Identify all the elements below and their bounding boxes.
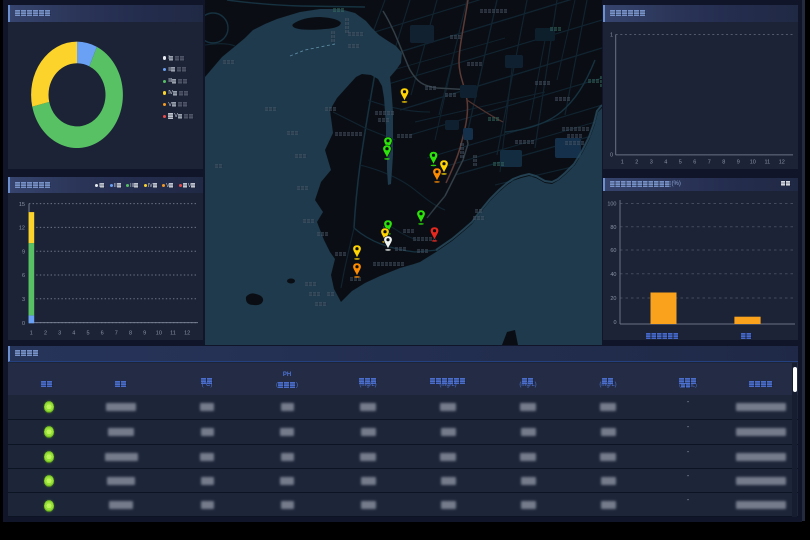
svg-text:40: 40 — [610, 272, 616, 278]
svg-text:12: 12 — [19, 226, 25, 232]
svg-text:1: 1 — [621, 159, 624, 165]
svg-text:6: 6 — [693, 159, 696, 165]
svg-text:15: 15 — [19, 202, 25, 208]
svg-text:3: 3 — [650, 159, 653, 165]
svg-text:10: 10 — [156, 331, 162, 337]
svg-text:100: 100 — [607, 202, 616, 208]
svg-text:6: 6 — [22, 273, 25, 279]
svg-text:1: 1 — [610, 33, 613, 39]
svg-text:11: 11 — [170, 331, 176, 337]
svg-text:9: 9 — [737, 159, 740, 165]
svg-text:7: 7 — [115, 331, 118, 337]
svg-text:0: 0 — [22, 321, 25, 327]
svg-text:12: 12 — [779, 159, 785, 165]
svg-text:0: 0 — [613, 320, 616, 326]
svg-text:7: 7 — [708, 159, 711, 165]
svg-text:4: 4 — [72, 331, 75, 337]
svg-text:10: 10 — [750, 159, 756, 165]
svg-text:60: 60 — [610, 248, 616, 254]
svg-text:4: 4 — [664, 159, 667, 165]
svg-text:9: 9 — [143, 331, 146, 337]
svg-text:1: 1 — [30, 331, 33, 337]
svg-text:3: 3 — [58, 331, 61, 337]
svg-text:80: 80 — [610, 225, 616, 231]
svg-text:20: 20 — [610, 296, 616, 302]
svg-text:6: 6 — [101, 331, 104, 337]
svg-text:5: 5 — [86, 331, 89, 337]
svg-text:2: 2 — [635, 159, 638, 165]
svg-text:8: 8 — [129, 331, 132, 337]
svg-text:11: 11 — [764, 159, 770, 165]
svg-text:8: 8 — [722, 159, 725, 165]
svg-text:12: 12 — [184, 331, 190, 337]
svg-text:0: 0 — [610, 152, 613, 158]
svg-text:9: 9 — [22, 249, 25, 255]
svg-text:5: 5 — [679, 159, 682, 165]
svg-text:3: 3 — [22, 297, 25, 303]
svg-text:2: 2 — [44, 331, 47, 337]
